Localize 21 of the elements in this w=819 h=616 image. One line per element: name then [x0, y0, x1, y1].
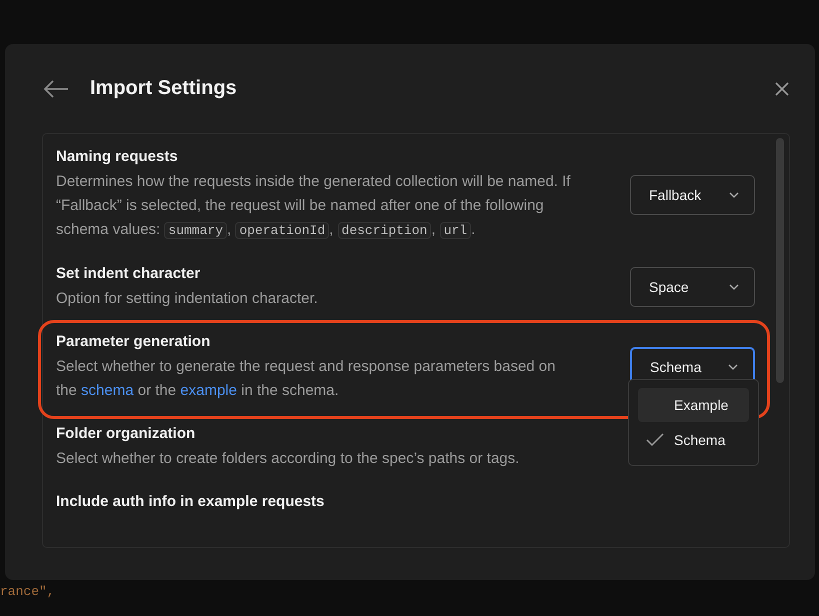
setting-title: Include auth info in example requests — [56, 492, 324, 512]
background-code-text: rance", — [0, 583, 56, 599]
setting-description: Determines how the requests inside the generated collection will be named. If “Fallback” is selected, the request will be named after one of the following schema values: summary , operationId , description , url . — [56, 172, 572, 241]
setting-description: Option for setting indentation character. — [56, 289, 319, 309]
setting-title: Folder organization — [56, 424, 196, 444]
back-arrow-icon[interactable] — [42, 78, 70, 98]
scrollbar-thumb[interactable] — [776, 138, 784, 383]
setting-title: Set indent character — [56, 264, 200, 284]
setting-title: Naming requests — [56, 147, 178, 167]
menu-option[interactable]: Schema — [638, 423, 749, 457]
inline-link[interactable]: example — [180, 382, 237, 399]
dialog-title: Import Settings — [90, 77, 238, 100]
close-icon[interactable] — [774, 80, 790, 96]
setting-title: Parameter generation — [56, 332, 210, 352]
dropdown-select[interactable]: Fallback — [630, 174, 755, 214]
dropdown-select[interactable]: Space — [630, 267, 755, 307]
setting-description: Select whether to generate the request and response parameters based on the schema or the example in the schema. — [56, 357, 556, 401]
setting-description: Select whether to create folders according to the spec’s paths or tags. — [56, 449, 520, 469]
check-icon — [646, 433, 664, 447]
inline-link[interactable]: schema — [81, 382, 134, 399]
menu-option[interactable]: Example — [638, 388, 749, 422]
